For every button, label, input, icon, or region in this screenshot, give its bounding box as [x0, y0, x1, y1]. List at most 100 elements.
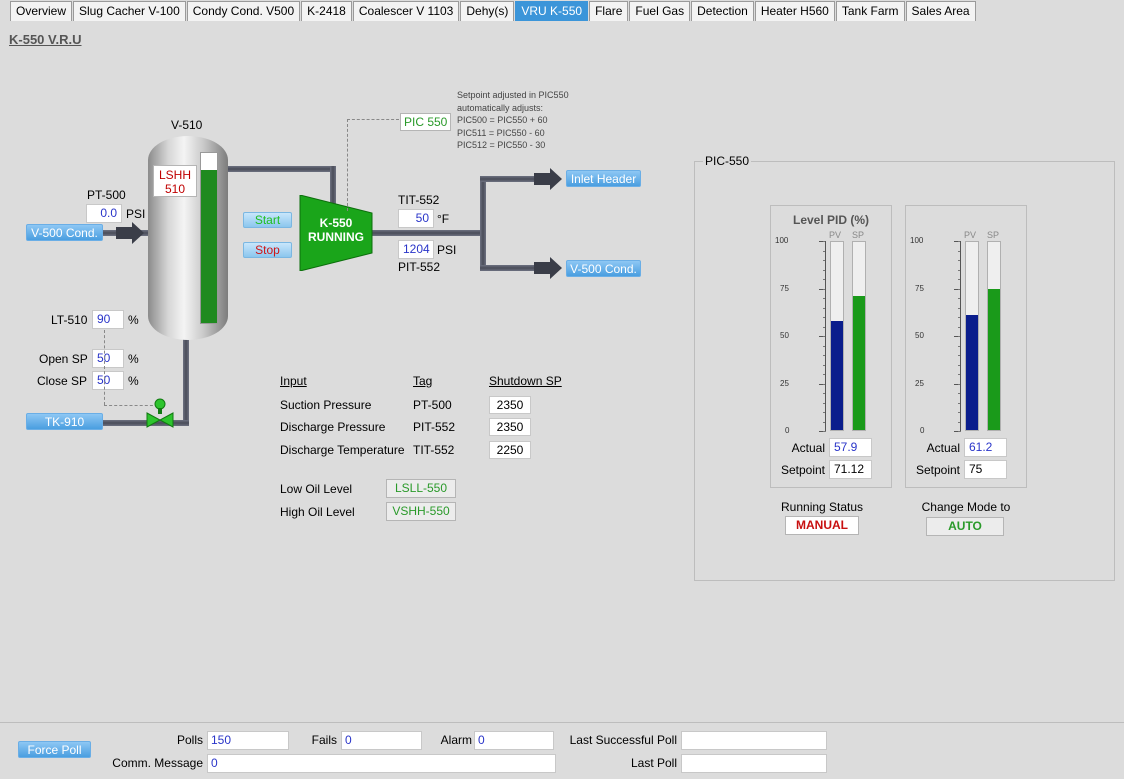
pic550-tag[interactable]: PIC 550 — [400, 113, 452, 131]
running-status-value: MANUAL — [785, 516, 859, 535]
axis-tick-label: 25 — [780, 378, 789, 388]
setpoint-value[interactable]: 75 — [964, 460, 1007, 479]
open-sp-label: Open SP — [39, 352, 88, 366]
inlet-arrow-icon — [116, 222, 144, 244]
force-poll-button[interactable]: Force Poll — [18, 741, 91, 758]
pic550-leader-h — [347, 119, 399, 120]
compressor-name: K-550 — [319, 216, 353, 230]
tab-tank-farm[interactable]: Tank Farm — [835, 1, 905, 21]
pit552-unit: PSI — [437, 243, 457, 257]
axis-tick-label: 75 — [780, 283, 789, 293]
alarm-label: Alarm — [440, 733, 472, 747]
page-title: K-550 V.R.U — [9, 32, 82, 47]
v500-cond-inlet-button[interactable]: V-500 Cond. — [26, 224, 103, 241]
setpoint-note-line: Setpoint adjusted in PIC550 — [457, 90, 569, 100]
setpoint-note-line: automatically adjusts: — [457, 102, 544, 113]
tab-condy-cond-v500[interactable]: Condy Cond. V500 — [186, 1, 301, 21]
actual-value: 57.9 — [829, 438, 872, 457]
level-pid-group: Level PID (%) PV SP 100 75 50 25 0 Actual 57.9 Set… — [770, 205, 892, 488]
axis-line — [825, 241, 826, 431]
status-footer — [0, 722, 1124, 779]
setpoint-note-line: PIC511 = PIC550 - 60 — [457, 127, 545, 138]
table-row-input: Discharge Pressure — [280, 420, 386, 434]
close-sp-label: Close SP — [37, 374, 88, 388]
start-button[interactable]: Start — [243, 212, 292, 228]
last-poll-label: Last Poll — [630, 756, 677, 770]
vessel-level-fill — [201, 170, 217, 323]
fails-value: 0 — [341, 731, 422, 750]
setpoint-value[interactable]: 71.12 — [829, 460, 872, 479]
pit552-value: 1204 — [398, 240, 434, 259]
setpoint-label: Setpoint — [915, 463, 960, 477]
pit552-label: PIT-552 — [398, 260, 441, 274]
lt510-label: LT-510 — [51, 313, 88, 327]
tab-heater-h560[interactable]: Heater H560 — [754, 1, 835, 21]
v500-cond-outlet-button[interactable]: V-500 Cond. — [566, 260, 641, 277]
axis-tick-label: 0 — [785, 426, 790, 435]
table-row-tag: PIT-552 — [413, 420, 456, 434]
setpoint-note: Setpoint adjusted in PIC550 automaticall… — [457, 89, 569, 152]
v500-return-pipe — [480, 265, 540, 271]
comm-message-label: Comm. Message — [112, 756, 203, 770]
tab-vru-k-550[interactable]: VRU K-550 — [515, 1, 589, 21]
sp-column-label: SP — [987, 230, 1000, 240]
lshh-label: LSHH — [158, 168, 191, 182]
inlet-header-button[interactable]: Inlet Header — [566, 170, 641, 187]
tab-dehy-s[interactable]: Dehy(s) — [460, 1, 515, 21]
tab-fuel-gas[interactable]: Fuel Gas — [629, 1, 691, 21]
open-sp-unit: % — [128, 352, 139, 366]
table-row-sp[interactable]: 2350 — [489, 418, 531, 436]
vessel-top-pipe — [226, 166, 336, 172]
axis-tick-label: 25 — [915, 378, 924, 388]
actual-value: 61.2 — [964, 438, 1007, 457]
sp-column-label: SP — [852, 230, 865, 240]
stop-button[interactable]: Stop — [243, 242, 292, 258]
actual-label: Actual — [791, 441, 825, 455]
axis-minor-tick — [823, 431, 826, 432]
running-status-label: Running Status — [781, 500, 864, 514]
pv-bar-fill — [831, 321, 843, 430]
lsll-550-indicator[interactable]: LSLL-550 — [386, 479, 456, 498]
tab-detection[interactable]: Detection — [691, 1, 754, 21]
col-header-input: Input — [280, 374, 307, 388]
axis-tick-label: 0 — [920, 426, 925, 435]
setpoint-note-line: PIC500 = PIC550 + 60 — [457, 115, 548, 125]
tab-overview[interactable]: Overview — [10, 1, 73, 21]
pic550-panel-title: PIC-550 — [703, 154, 752, 168]
discharge-pipe — [370, 230, 484, 236]
pid-group-2: PV SP 100 75 50 25 0 Actual 61.2 Setpoint 75 — [905, 205, 1027, 488]
col-header-shutdown-sp: Shutdown SP — [489, 374, 562, 388]
last-poll-value — [681, 754, 827, 773]
pt500-label: PT-500 — [87, 188, 126, 202]
pid-group-title: Level PID (%) — [792, 213, 870, 227]
setpoint-label: Setpoint — [780, 463, 825, 477]
control-valve-icon[interactable] — [146, 398, 176, 430]
tab-sales-area[interactable]: Sales Area — [905, 1, 976, 21]
open-sp-input[interactable]: 50 — [92, 349, 124, 368]
inlet-header-arrow-icon — [534, 168, 562, 190]
high-oil-level-label: High Oil Level — [280, 505, 355, 519]
axis-tick-label: 100 — [775, 236, 789, 245]
tk910-button[interactable]: TK-910 — [26, 413, 103, 430]
table-row-sp[interactable]: 2250 — [489, 441, 531, 459]
tab-slug-cacher-v-100[interactable]: Slug Cacher V-100 — [73, 1, 186, 21]
actual-label: Actual — [926, 441, 960, 455]
polls-value: 150 — [207, 731, 289, 750]
lshh-510-indicator: LSHH 510 — [153, 165, 197, 197]
table-row-sp[interactable]: 2350 — [489, 396, 531, 414]
tab-k-2418[interactable]: K-2418 — [301, 1, 352, 21]
change-mode-label: Change Mode to — [921, 500, 1011, 514]
low-oil-level-label: Low Oil Level — [280, 482, 353, 496]
pt500-unit: PSI — [126, 207, 146, 221]
axis-tick-label: 50 — [915, 331, 924, 340]
tab-coalescer-v-1103[interactable]: Coalescer V 1103 — [352, 1, 460, 21]
tab-flare[interactable]: Flare — [589, 1, 629, 21]
last-successful-poll-value — [681, 731, 827, 750]
sp-bar — [852, 241, 866, 431]
close-sp-unit: % — [128, 374, 139, 388]
close-sp-input[interactable]: 50 — [92, 371, 124, 390]
change-mode-auto-button[interactable]: AUTO — [926, 517, 1004, 536]
table-row-tag: TIT-552 — [413, 443, 455, 457]
axis-tick-label: 75 — [915, 283, 924, 293]
vshh-550-indicator[interactable]: VSHH-550 — [386, 502, 456, 521]
